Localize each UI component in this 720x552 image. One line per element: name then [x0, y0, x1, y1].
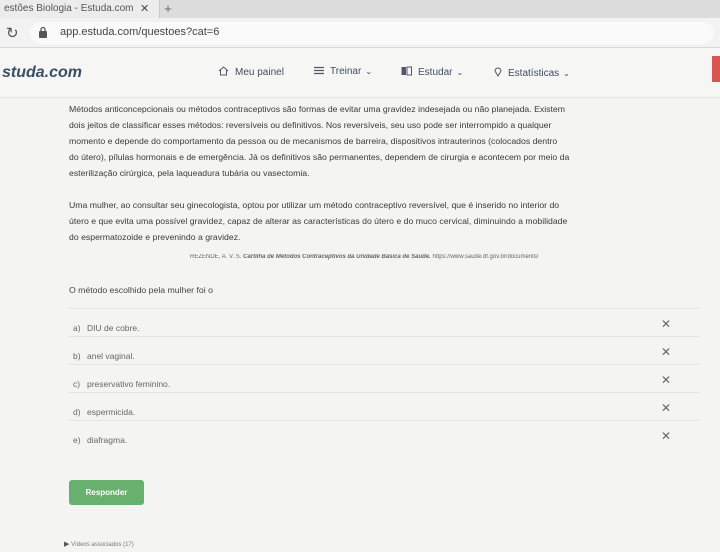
intro-line: esterilização cirúrgica, pela laqueadura… [69, 168, 310, 178]
eliminate-icon[interactable]: ✕ [661, 317, 671, 331]
site-header: studa.com Meu painel Treinar ⌄ Estudar ⌄ E… [0, 48, 720, 98]
option-c[interactable]: c) preservativo feminino. ✕ [69, 364, 699, 392]
scenario-line: Uma mulher, ao consultar seu ginecologis… [69, 200, 560, 210]
home-icon [218, 66, 229, 76]
citation: REZENDE, A. V. S. Cartilha de Métodos Co… [190, 254, 690, 260]
option-text: DIU de cobre. [87, 323, 140, 333]
intro-line: Métodos anticoncepcionais ou métodos con… [69, 104, 565, 114]
browser-tab-bar: estões Biologia - Estuda.com ✕ + [0, 0, 720, 18]
option-text: anel vaginal. [87, 351, 135, 361]
option-text: preservativo feminino. [87, 379, 171, 389]
nav-label: Estatísticas [508, 68, 560, 79]
pin-icon [494, 67, 502, 77]
chevron-down-icon: ⌄ [456, 68, 464, 77]
browser-tab[interactable]: estões Biologia - Estuda.com ✕ [0, 0, 160, 18]
question-prompt: O método escolhido pela mulher foi o [69, 285, 213, 295]
related-videos-label: Vídeos associados (17) [71, 542, 134, 548]
close-icon[interactable]: ✕ [140, 2, 149, 15]
eliminate-icon[interactable]: ✕ [661, 429, 671, 443]
intro-line: momento e depende do comportamento da pe… [69, 136, 558, 146]
nav-estudar[interactable]: Estudar ⌄ [401, 66, 463, 78]
citation-title: Cartilha de Métodos Contraceptivos da Un… [243, 254, 431, 260]
option-letter: e) [73, 435, 81, 445]
book-icon [401, 66, 412, 76]
submit-answer-button[interactable]: Responder [69, 480, 144, 505]
play-icon: ▶ [64, 541, 70, 548]
scenario-line: útero e que evita uma possível gravidez,… [69, 216, 568, 226]
nav-label: Estudar [418, 67, 453, 78]
option-letter: b) [73, 351, 81, 361]
option-letter: a) [73, 323, 81, 333]
nav-treinar[interactable]: Treinar ⌄ [314, 66, 372, 77]
eliminate-icon[interactable]: ✕ [661, 373, 671, 387]
nav-estatisticas[interactable]: Estatísticas ⌄ [494, 66, 570, 79]
nav-label: Meu painel [235, 67, 284, 78]
intro-line: dois jeitos de classificar esses métodos… [69, 120, 552, 130]
question-intro: Métodos anticoncepcionais ou métodos con… [69, 101, 689, 181]
scenario-line: do espermatozoide e prevenindo a gravide… [69, 232, 241, 242]
option-d[interactable]: d) espermicida. ✕ [69, 392, 699, 420]
eliminate-icon[interactable]: ✕ [661, 345, 671, 359]
lock-icon [39, 26, 47, 38]
option-letter: c) [73, 379, 81, 389]
eliminate-icon[interactable]: ✕ [661, 401, 671, 415]
url-text: app.estuda.com/questoes?cat=6 [60, 26, 220, 38]
citation-url[interactable]: https://www.saude.df.gov.br/documents/ [433, 254, 539, 260]
option-letter: d) [73, 407, 81, 417]
option-e[interactable]: e) diafragma. ✕ [69, 420, 699, 448]
intro-line: do útero), pílulas hormonais e de emergê… [69, 152, 570, 162]
option-text: espermicida. [87, 407, 136, 417]
option-b[interactable]: b) anel vaginal. ✕ [69, 336, 699, 364]
question-scenario: Uma mulher, ao consultar seu ginecologis… [69, 197, 689, 245]
chevron-down-icon: ⌄ [365, 67, 373, 76]
citation-author: REZENDE, A. V. S. [190, 254, 242, 260]
address-bar: ↻ app.estuda.com/questoes?cat=6 [0, 18, 720, 48]
side-tab[interactable] [712, 56, 720, 82]
site-logo[interactable]: studa.com [2, 64, 82, 82]
nav-label: Treinar [330, 66, 362, 77]
option-text: diafragma. [87, 435, 128, 445]
url-field[interactable]: app.estuda.com/questoes?cat=6 [30, 22, 714, 44]
option-a[interactable]: a) DIU de cobre. ✕ [69, 308, 699, 336]
reload-icon[interactable]: ↻ [6, 24, 19, 42]
list-icon [314, 66, 324, 75]
chevron-down-icon: ⌄ [563, 69, 570, 78]
browser-tab-title: estões Biologia - Estuda.com [4, 3, 134, 14]
nav-meu-painel[interactable]: Meu painel [218, 66, 284, 78]
related-videos-link[interactable]: ▶ Vídeos associados (17) [64, 540, 134, 548]
new-tab-button[interactable]: + [160, 1, 176, 17]
